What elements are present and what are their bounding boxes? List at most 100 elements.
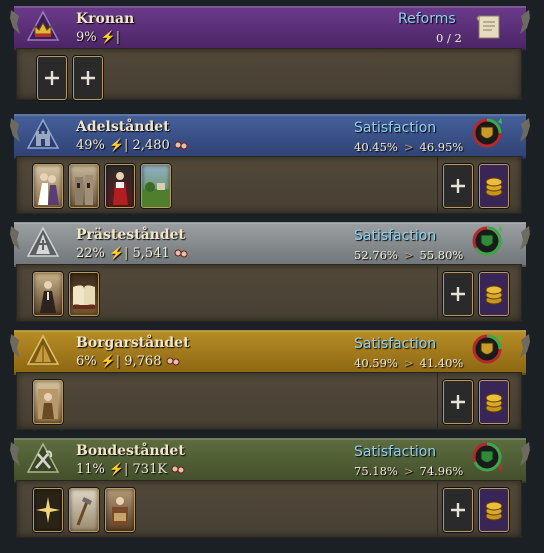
lightning-icon: ⚡ — [109, 138, 124, 152]
estate-body — [16, 156, 522, 214]
add-privilege-button[interactable] — [443, 380, 473, 424]
population-icon — [174, 249, 188, 257]
coins-icon — [485, 285, 503, 305]
reforms-count: 0 / 2 — [436, 31, 462, 45]
crown-icon — [26, 10, 60, 44]
power-value: 49% — [76, 138, 105, 153]
satisfaction-gauge-icon[interactable] — [472, 226, 502, 256]
estate-body — [16, 264, 522, 322]
book-icon — [73, 285, 95, 309]
satisfaction-current: 52.76% — [354, 248, 398, 262]
farmer-icon — [112, 497, 128, 525]
coins-button[interactable] — [479, 380, 509, 424]
estate-name: Kronan — [76, 11, 135, 27]
satisfaction-values: 40.45% >46.95% — [354, 140, 463, 154]
arrow-right-icon: > — [403, 464, 414, 478]
privilege-slot[interactable] — [33, 380, 63, 424]
satisfaction-values: 52.76% >55.80% — [354, 248, 463, 262]
privilege-slot[interactable] — [69, 164, 99, 208]
lightning-icon: ⚡ — [100, 354, 116, 368]
reforms-label[interactable]: Reforms — [398, 11, 456, 27]
ornament-icon — [10, 10, 20, 34]
add-privilege-button[interactable] — [73, 56, 103, 100]
plus-icon — [451, 179, 465, 193]
power-value: 6% — [76, 354, 97, 369]
scroll-icon[interactable] — [474, 12, 504, 42]
arrow-right-icon: > — [403, 140, 414, 154]
plus-icon — [451, 395, 465, 409]
coins-icon — [485, 177, 503, 197]
arrow-right-icon: > — [403, 356, 414, 370]
privilege-slot[interactable] — [33, 488, 63, 532]
estate-body — [16, 480, 522, 538]
noble-couple-icon — [38, 173, 59, 205]
divider — [437, 157, 438, 213]
privilege-slot[interactable] — [33, 272, 63, 316]
privilege-slot[interactable] — [69, 272, 99, 316]
priest-icon — [40, 281, 56, 313]
ornament-icon — [10, 334, 20, 358]
lightning-icon: ⚡ — [109, 462, 124, 476]
population-icon — [166, 357, 180, 365]
satisfaction-gauge-icon[interactable] — [472, 442, 502, 472]
coins-icon — [485, 501, 503, 521]
privilege-slot[interactable] — [33, 164, 63, 208]
population-value: 731K — [132, 462, 168, 477]
royal-portrait-icon — [113, 172, 128, 205]
coins-button[interactable] — [479, 488, 509, 532]
population-value: 9,768 — [124, 354, 162, 369]
satisfaction-gauge-icon[interactable] — [472, 334, 502, 364]
privilege-slot[interactable] — [141, 164, 171, 208]
ornament-icon — [520, 226, 530, 250]
privilege-slot[interactable] — [69, 488, 99, 532]
privilege-slot[interactable] — [105, 488, 135, 532]
divider — [437, 481, 438, 537]
ornament-icon — [520, 442, 530, 466]
clergy-emblem-icon — [26, 226, 60, 260]
add-privilege-button[interactable] — [443, 164, 473, 208]
add-privilege-button[interactable] — [37, 56, 67, 100]
lightning-icon: ⚡ — [109, 246, 124, 260]
arrow-right-icon: > — [403, 248, 414, 262]
nobility-emblem-icon — [26, 118, 60, 152]
satisfaction-values: 75.18% >74.96% — [354, 464, 463, 478]
power-value: 11% — [76, 462, 105, 477]
lightning-icon: ⚡ — [100, 30, 116, 44]
satisfaction-gauge-icon[interactable] — [472, 118, 502, 148]
add-privilege-button[interactable] — [443, 488, 473, 532]
satisfaction-label: Satisfaction — [354, 120, 437, 136]
divider — [437, 373, 438, 429]
ornament-icon — [520, 334, 530, 358]
satisfaction-target: 74.96% — [419, 464, 464, 478]
population-icon — [174, 141, 188, 149]
estate-name: Borgarståndet — [76, 335, 190, 351]
estate-peasants: Bondeståndet 11% ⚡| 731K Satisfaction 75… — [6, 438, 532, 542]
add-privilege-button[interactable] — [443, 272, 473, 316]
satisfaction-current: 40.59% — [354, 356, 398, 370]
plus-icon — [451, 503, 465, 517]
estate-stats: 49% ⚡| 2,480 — [76, 138, 188, 153]
burghers-emblem-icon — [26, 334, 60, 368]
merchant-icon — [38, 389, 58, 419]
power-value: 9% — [76, 30, 97, 45]
satisfaction-current: 75.18% — [354, 464, 398, 478]
estate-burghers: Borgarståndet 6% ⚡| 9,768 Satisfaction 4… — [6, 330, 532, 430]
estate-nobility: Adelståndet 49% ⚡| 2,480 Satisfaction 40… — [6, 114, 532, 214]
landscape-icon — [142, 182, 170, 207]
satisfaction-current: 40.45% — [354, 140, 398, 154]
coins-icon — [485, 393, 503, 413]
coins-button[interactable] — [479, 164, 509, 208]
coins-button[interactable] — [479, 272, 509, 316]
privilege-slot[interactable] — [105, 164, 135, 208]
peasants-emblem-icon — [26, 442, 60, 476]
plus-icon — [45, 71, 59, 85]
power-value: 22% — [76, 246, 105, 261]
satisfaction-target: 41.40% — [419, 356, 464, 370]
estate-stats: 22% ⚡| 5,541 — [76, 246, 188, 261]
satisfaction-target: 46.95% — [419, 140, 464, 154]
estate-name: Bondeståndet — [76, 443, 185, 459]
satisfaction-label: Satisfaction — [354, 444, 437, 460]
satisfaction-values: 40.59% >41.40% — [354, 356, 463, 370]
plus-icon — [81, 71, 95, 85]
estate-name: Prästeståndet — [76, 227, 185, 243]
